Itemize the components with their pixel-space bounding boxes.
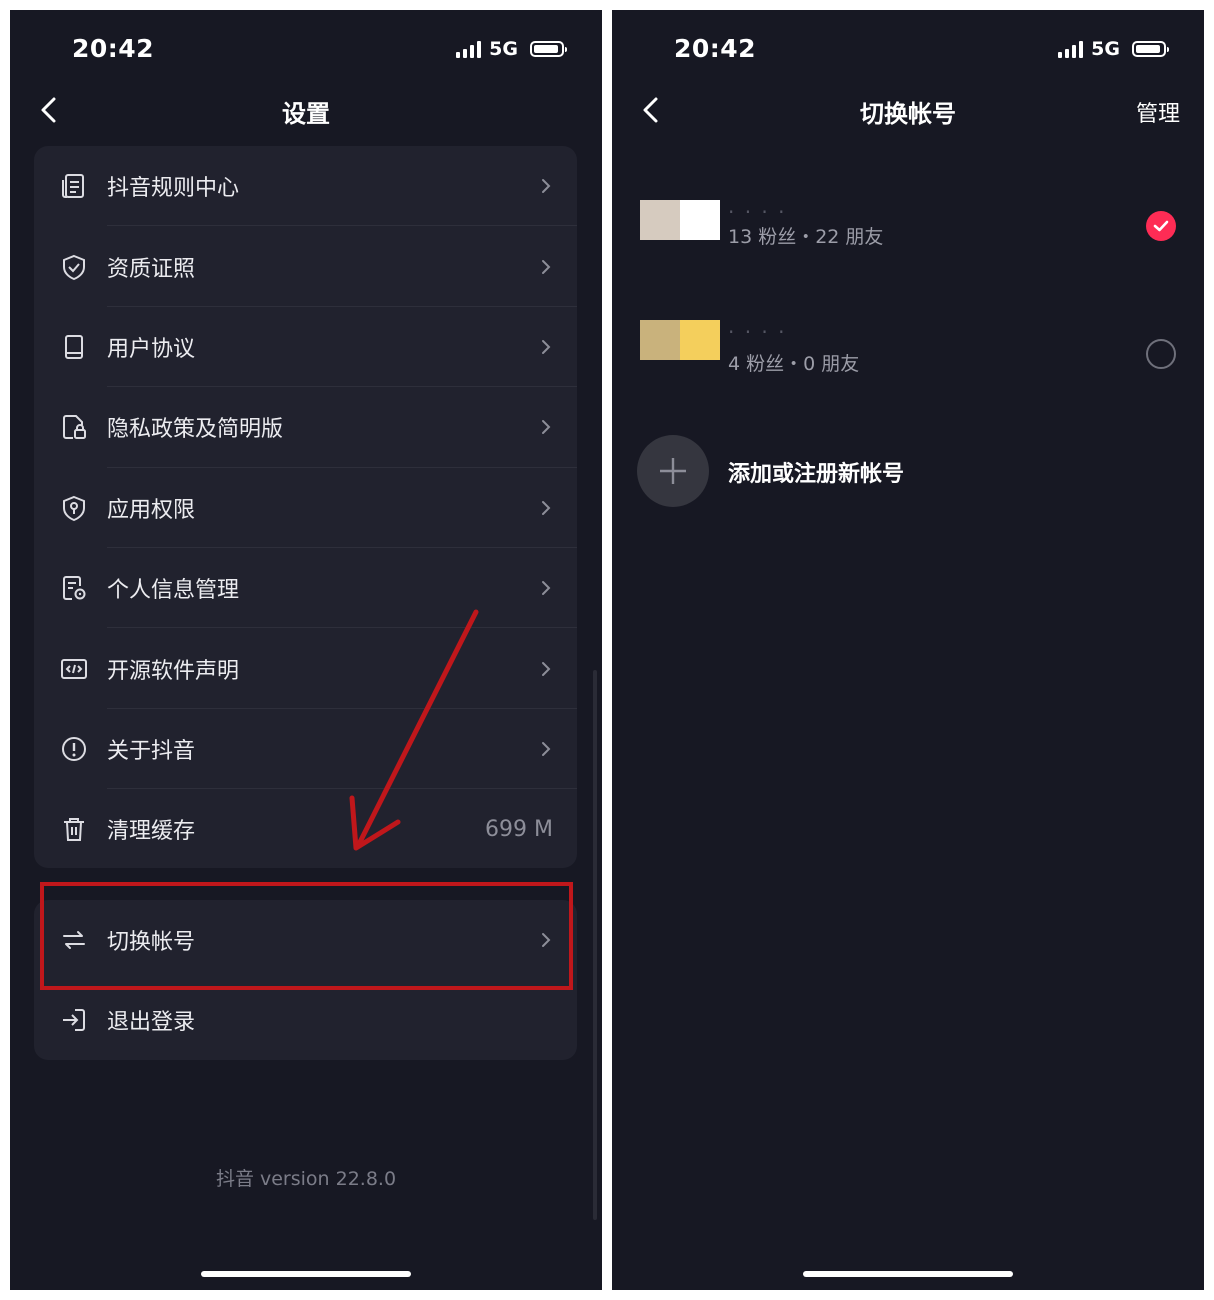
menu-item-label: 应用权限 (107, 497, 196, 523)
menu-item-label: 开源软件声明 (107, 658, 240, 684)
add-account-label[interactable]: 添加或注册新帐号 (728, 456, 904, 488)
page-title: 切换帐号 (860, 100, 956, 128)
code-icon (60, 655, 88, 683)
network-type: 5G (1091, 38, 1120, 60)
scrollbar[interactable] (593, 670, 597, 1220)
chevron-right-icon (542, 179, 551, 194)
menu-item-rules-center[interactable]: 抖音规则中心 (34, 146, 577, 227)
selected-check-icon[interactable] (1146, 211, 1176, 241)
settings-screen: 20:42 5G 设置 抖音规则中心 资质证照 用户协议 隐私政策及简明版 应用… (10, 10, 602, 1290)
battery-icon (1132, 41, 1169, 57)
chevron-right-icon (542, 259, 551, 274)
menu-item-label: 个人信息管理 (107, 578, 240, 604)
book-icon (60, 333, 88, 361)
cache-size: 699 M (485, 816, 553, 842)
menu-item-label: 关于抖音 (107, 738, 196, 764)
chevron-right-icon (542, 661, 551, 676)
chevron-right-icon (542, 500, 551, 515)
manage-button[interactable]: 管理 (1136, 96, 1180, 128)
battery-icon (530, 41, 567, 57)
shield-check-icon (60, 253, 88, 281)
menu-item-open-source[interactable]: 开源软件声明 (34, 628, 577, 709)
app-version: 抖音 version 22.8.0 (215, 1168, 397, 1190)
account-name: · · · · (728, 200, 787, 224)
highlight-box (40, 882, 573, 990)
account-stats: 13 粉丝・22 朋友 (728, 226, 884, 248)
page-title: 设置 (282, 100, 330, 128)
add-account-button[interactable] (637, 435, 709, 507)
menu-item-qualification[interactable]: 资质证照 (34, 226, 577, 307)
home-indicator[interactable] (201, 1271, 411, 1277)
status-time: 20:42 (674, 34, 757, 63)
status-indicators: 5G (456, 38, 567, 60)
menu-item-clear-cache[interactable]: 清理缓存 699 M (34, 789, 577, 869)
chevron-right-icon (542, 339, 551, 354)
file-settings-icon (60, 574, 88, 602)
menu-item-app-permissions[interactable]: 应用权限 (34, 468, 577, 548)
chevron-right-icon (542, 581, 551, 596)
menu-item-label: 抖音规则中心 (107, 176, 240, 202)
menu-item-label: 用户协议 (107, 336, 196, 362)
settings-info-card: 抖音规则中心 资质证照 用户协议 隐私政策及简明版 应用权限 个人信息管理 开源… (34, 146, 577, 868)
signal-icon (456, 40, 482, 58)
shield-location-icon (60, 494, 88, 522)
menu-item-label: 隐私政策及简明版 (107, 417, 284, 443)
avatar (640, 320, 720, 360)
account-item[interactable]: · · · · 4 粉丝・0 朋友 (640, 320, 1180, 400)
network-type: 5G (489, 38, 518, 60)
menu-item-logout[interactable]: 退出登录 (34, 980, 577, 1060)
menu-item-privacy-policy[interactable]: 隐私政策及简明版 (34, 387, 577, 468)
logout-icon (60, 1006, 88, 1034)
menu-item-label: 资质证照 (107, 256, 196, 282)
menu-item-label: 退出登录 (107, 1010, 196, 1035)
menu-item-personal-info[interactable]: 个人信息管理 (34, 548, 577, 629)
unselected-radio-icon[interactable] (1146, 339, 1176, 369)
file-lock-icon (60, 413, 88, 441)
chevron-right-icon (542, 741, 551, 756)
menu-item-user-agreement[interactable]: 用户协议 (34, 307, 577, 388)
status-indicators: 5G (1058, 38, 1169, 60)
annotation-arrow (349, 609, 479, 851)
plus-icon (660, 458, 686, 484)
account-item[interactable]: · · · · 13 粉丝・22 朋友 (640, 200, 1180, 280)
document-list-icon (60, 172, 88, 200)
account-name: · · · · (728, 320, 787, 344)
account-stats: 4 粉丝・0 朋友 (728, 353, 860, 375)
info-exclaim-icon (60, 735, 88, 763)
switch-account-screen: 20:42 5G 切换帐号 管理 · · · · 13 粉丝・22 朋友 · ·… (612, 10, 1204, 1290)
menu-item-label: 清理缓存 (107, 819, 196, 845)
avatar (640, 200, 720, 240)
home-indicator[interactable] (803, 1271, 1013, 1277)
trash-icon (60, 815, 88, 843)
chevron-right-icon (542, 420, 551, 435)
menu-item-about[interactable]: 关于抖音 (34, 709, 577, 790)
signal-icon (1058, 40, 1084, 58)
status-time: 20:42 (72, 34, 155, 63)
